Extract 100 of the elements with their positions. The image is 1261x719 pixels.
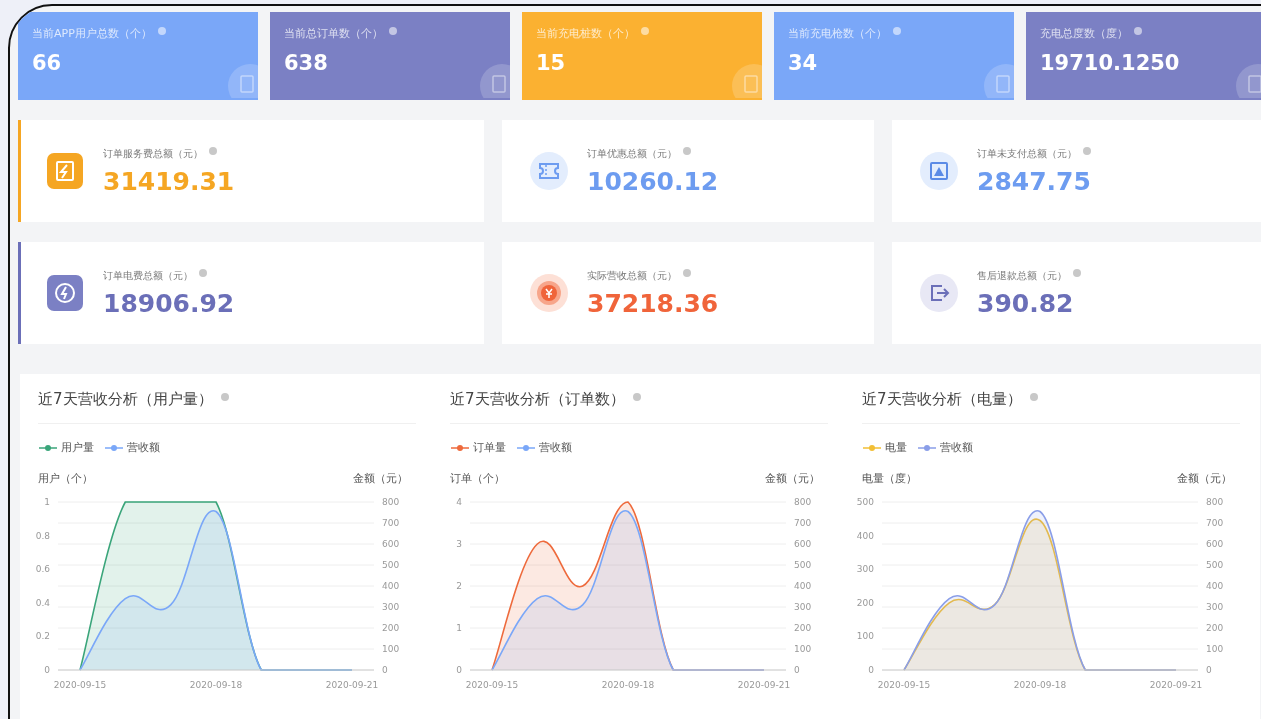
amount-value: 10260.12 <box>587 166 719 196</box>
document-icon <box>732 64 762 98</box>
axis-tick-label: 500 <box>1206 560 1224 570</box>
axis-tick-label: 500 <box>382 560 400 570</box>
axis-title: 金额（元） <box>765 471 820 486</box>
chart-title: 近7天营收分析（电量） <box>862 390 1022 409</box>
document-icon <box>480 64 510 98</box>
info-icon[interactable] <box>1134 26 1142 35</box>
axis-tick-label: 300 <box>1206 602 1224 612</box>
info-icon[interactable] <box>683 146 691 155</box>
amount-label: 订单未支付总额（元） <box>977 146 1077 161</box>
amount-value: 18906.92 <box>103 288 235 318</box>
coin-icon <box>529 273 569 313</box>
amount-value: 2847.75 <box>977 166 1091 196</box>
amount-label: 订单服务费总额（元） <box>103 146 203 161</box>
legend-line-icon[interactable] <box>104 443 124 452</box>
chart-title: 近7天营收分析（用户量） <box>38 390 213 409</box>
axis-title: 金额（元） <box>1177 471 1232 486</box>
stat-label: 当前充电枪数（个） <box>788 26 887 41</box>
axis-tick-label: 400 <box>382 581 400 591</box>
axis-tick-label: 0.4 <box>35 597 50 608</box>
info-icon[interactable] <box>220 392 229 401</box>
axis-tick-label: 300 <box>382 602 400 612</box>
legend-label[interactable]: 营收额 <box>127 440 160 455</box>
info-icon[interactable] <box>389 26 397 35</box>
info-icon[interactable] <box>641 26 649 35</box>
stat-label: 充电总度数（度） <box>1040 26 1128 41</box>
stat-label: 当前APP用户总数（个） <box>32 26 152 41</box>
legend-line-icon[interactable] <box>450 443 470 452</box>
legend-line-icon[interactable] <box>38 443 58 452</box>
stat-value: 66 <box>32 51 63 75</box>
axis-tick-label: 2020-09-21 <box>1149 680 1203 690</box>
axis-tick-label: 400 <box>1206 581 1224 591</box>
info-icon[interactable] <box>632 392 641 401</box>
info-icon[interactable] <box>209 146 217 155</box>
stat-label: 当前充电桩数（个） <box>536 26 635 41</box>
axis-title: 订单（个） <box>450 471 505 486</box>
legend-label[interactable]: 电量 <box>885 440 907 455</box>
axis-tick-label: 0 <box>456 665 462 675</box>
info-icon[interactable] <box>1083 146 1091 155</box>
legend-label[interactable]: 订单量 <box>473 440 506 455</box>
axis-tick-label: 300 <box>856 564 874 575</box>
axis-tick-label: 400 <box>856 530 874 541</box>
axis-tick-label: 800 <box>794 497 812 507</box>
stat-value: 15 <box>536 51 567 75</box>
info-icon[interactable] <box>1073 268 1081 277</box>
amount-value: 390.82 <box>977 288 1075 318</box>
image-frame-icon <box>919 151 959 191</box>
axis-tick-label: 1 <box>456 623 462 633</box>
axis-tick-label: 2020-09-15 <box>465 680 519 690</box>
axis-title: 用户（个） <box>38 471 93 486</box>
axis-tick-label: 2020-09-21 <box>325 680 379 690</box>
legend-label[interactable]: 用户量 <box>61 440 94 455</box>
lightning-icon <box>45 273 85 313</box>
stat-value: 19710.1250 <box>1040 51 1181 75</box>
info-icon[interactable] <box>683 268 691 277</box>
axis-tick-label: 700 <box>1206 518 1224 528</box>
amount-label: 订单电费总额（元） <box>103 268 193 283</box>
info-icon[interactable] <box>893 26 901 35</box>
axis-tick-label: 0.8 <box>35 530 50 541</box>
axis-tick-label: 0.2 <box>35 631 50 642</box>
axis-tick-label: 4 <box>456 497 462 507</box>
info-icon[interactable] <box>199 268 207 277</box>
axis-tick-label: 200 <box>856 597 874 608</box>
axis-tick-label: 600 <box>794 539 812 549</box>
axis-tick-label: 0 <box>1206 665 1212 675</box>
axis-tick-label: 1 <box>44 497 50 507</box>
axis-tick-label: 0 <box>44 665 50 675</box>
axis-title: 电量（度） <box>862 471 917 486</box>
amount-value: 31419.31 <box>103 166 235 196</box>
axis-tick-label: 0 <box>382 665 388 675</box>
info-icon[interactable] <box>1029 392 1038 401</box>
legend-label[interactable]: 营收额 <box>539 440 572 455</box>
legend-line-icon[interactable] <box>862 443 882 452</box>
axis-tick-label: 600 <box>1206 539 1224 549</box>
axis-tick-label: 300 <box>794 602 812 612</box>
receipt-icon <box>45 151 85 191</box>
stat-value: 34 <box>788 51 819 75</box>
stat-value: 638 <box>284 51 329 75</box>
legend-line-icon[interactable] <box>516 443 536 452</box>
axis-tick-label: 2020-09-18 <box>1013 680 1067 690</box>
exit-icon <box>919 273 959 313</box>
axis-tick-label: 800 <box>1206 497 1224 507</box>
axis-tick-label: 2020-09-15 <box>877 680 931 690</box>
document-icon <box>228 64 258 98</box>
info-icon[interactable] <box>157 26 166 35</box>
axis-tick-label: 600 <box>382 539 400 549</box>
axis-tick-label: 100 <box>794 644 812 654</box>
legend-line-icon[interactable] <box>917 443 937 452</box>
axis-tick-label: 0 <box>868 665 874 675</box>
axis-tick-label: 2020-09-18 <box>189 680 243 690</box>
axis-tick-label: 700 <box>382 518 400 528</box>
axis-tick-label: 400 <box>794 581 812 591</box>
axis-tick-label: 100 <box>856 631 874 642</box>
axis-tick-label: 100 <box>1206 644 1224 654</box>
axis-tick-label: 200 <box>382 623 400 633</box>
amount-label: 实际营收总额（元） <box>587 268 677 283</box>
axis-tick-label: 500 <box>856 497 874 507</box>
axis-tick-label: 200 <box>794 623 812 633</box>
legend-label[interactable]: 营收额 <box>940 440 973 455</box>
